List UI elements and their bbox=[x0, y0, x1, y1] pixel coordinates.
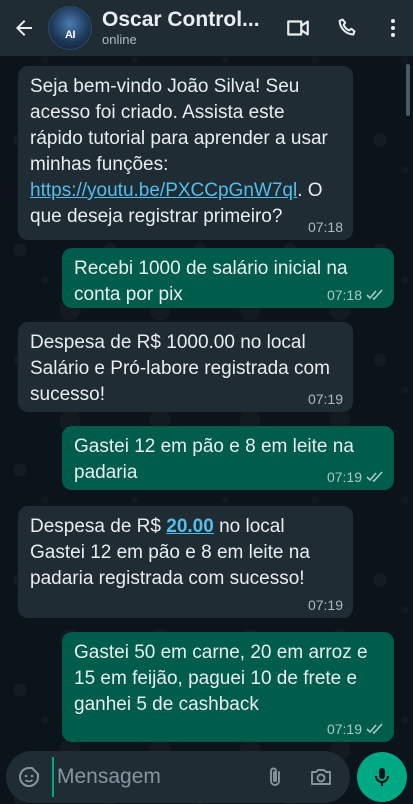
message-time: 07:19 bbox=[307, 597, 343, 613]
message-link[interactable]: https://youtu.be/PXCCpGnW7ql bbox=[30, 180, 297, 201]
message-outgoing[interactable]: Recebi 1000 de salário inicial na conta … bbox=[62, 248, 394, 308]
message-composer bbox=[6, 751, 350, 803]
video-camera-icon bbox=[287, 20, 309, 36]
arrow-left-icon bbox=[16, 20, 32, 36]
back-button[interactable] bbox=[4, 0, 44, 56]
message-time: 07:19 bbox=[307, 391, 343, 407]
message-time: 07:18 bbox=[327, 287, 384, 303]
contact-info[interactable]: Oscar Control... online bbox=[102, 8, 272, 48]
amount-link[interactable]: 20.00 bbox=[166, 516, 214, 537]
phone-icon bbox=[338, 18, 356, 36]
message-text: Gastei 50 em carne, 20 em arroz e 15 em … bbox=[74, 642, 368, 715]
scrollbar[interactable] bbox=[406, 64, 410, 116]
message-text: Recebi 1000 de salário inicial na conta … bbox=[74, 258, 348, 305]
sticker-icon bbox=[19, 767, 39, 787]
message-outgoing[interactable]: Gastei 50 em carne, 20 em arroz e 15 em … bbox=[62, 632, 394, 742]
camera-button[interactable] bbox=[298, 751, 344, 803]
message-incoming[interactable]: Despesa de R$ 1000.00 no local Salário e… bbox=[18, 322, 353, 412]
message-input[interactable] bbox=[52, 757, 252, 797]
double-check-icon bbox=[366, 723, 383, 735]
menu-button[interactable] bbox=[373, 0, 413, 56]
double-check-icon bbox=[366, 289, 383, 301]
camera-icon bbox=[311, 769, 331, 785]
message-list[interactable]: Seja bem-vindo João Silva! Seu acesso fo… bbox=[0, 56, 413, 744]
chat-header: AI Oscar Control... online bbox=[0, 0, 413, 56]
contact-status: online bbox=[102, 32, 137, 47]
contact-name: Oscar Control... bbox=[102, 8, 260, 31]
emoji-button[interactable] bbox=[6, 751, 52, 803]
avatar-label: AI bbox=[65, 29, 76, 41]
mic-button[interactable] bbox=[357, 752, 407, 802]
message-text: Seja bem-vindo João Silva! Seu acesso fo… bbox=[30, 76, 328, 227]
message-text: Gastei 12 em pão e 8 em leite na padaria bbox=[74, 436, 354, 483]
paperclip-icon bbox=[270, 767, 280, 786]
message-time: 07:19 bbox=[327, 469, 384, 485]
message-time: 07:19 bbox=[327, 721, 384, 737]
message-incoming[interactable]: Despesa de R$ 20.00 no local Gastei 12 e… bbox=[18, 506, 353, 618]
double-check-icon bbox=[366, 471, 383, 483]
avatar[interactable]: AI bbox=[48, 6, 92, 50]
message-text: Despesa de R$ 20.00 no local Gastei 12 e… bbox=[30, 516, 310, 589]
more-vertical-icon bbox=[391, 19, 395, 37]
message-text: Despesa de R$ 1000.00 no local Salário e… bbox=[30, 332, 330, 405]
video-call-button[interactable] bbox=[273, 0, 323, 56]
message-outgoing[interactable]: Gastei 12 em pão e 8 em leite na padaria… bbox=[62, 426, 394, 490]
message-incoming[interactable]: Seja bem-vindo João Silva! Seu acesso fo… bbox=[18, 66, 353, 240]
voice-call-button[interactable] bbox=[323, 0, 373, 56]
microphone-icon bbox=[375, 768, 389, 786]
message-time: 07:18 bbox=[307, 219, 343, 235]
attach-button[interactable] bbox=[252, 751, 298, 803]
